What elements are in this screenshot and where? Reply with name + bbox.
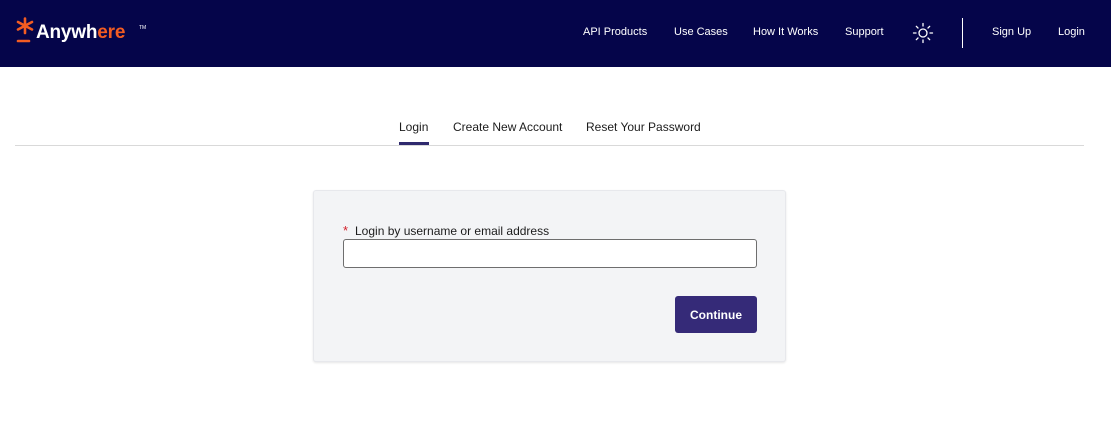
tab-login[interactable]: Login	[399, 120, 428, 135]
nav-api-products[interactable]: API Products	[583, 25, 647, 39]
nav-login[interactable]: Login	[1058, 25, 1085, 39]
logo-trademark: TM	[139, 25, 147, 31]
required-marker: *	[343, 223, 349, 238]
tab-reset-your-password[interactable]: Reset Your Password	[586, 120, 701, 135]
tabs-divider	[15, 145, 1084, 146]
logo-wordmark-main: Anywh	[36, 22, 98, 43]
nav-divider	[962, 18, 963, 48]
sun-icon[interactable]	[912, 22, 934, 44]
login-field-label: Login by username or email address	[355, 224, 550, 238]
logo-wordmark-accent: ere	[97, 22, 126, 43]
nav-how-it-works[interactable]: How It Works	[753, 25, 818, 39]
nav-sign-up[interactable]: Sign Up	[992, 25, 1031, 39]
nav-use-cases[interactable]: Use Cases	[674, 25, 728, 39]
continue-button[interactable]: Continue	[675, 296, 757, 333]
login-card: * Login by username or email address Con…	[313, 190, 786, 362]
logo-wordmark: Anywhere	[36, 23, 125, 43]
tab-create-new-account[interactable]: Create New Account	[453, 120, 562, 135]
login-username-email-input[interactable]	[343, 239, 757, 268]
nav-support[interactable]: Support	[845, 25, 884, 39]
top-navigation-bar: Anywhere TM API Products Use Cases How I…	[0, 0, 1111, 67]
asterisk-logo-icon	[16, 17, 34, 43]
